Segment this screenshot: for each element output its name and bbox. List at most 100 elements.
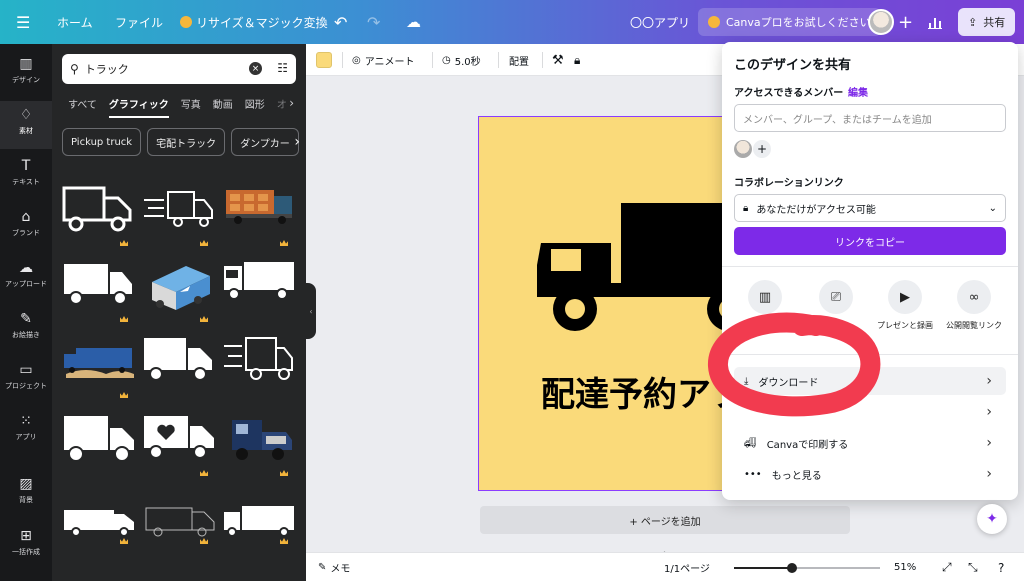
edit-members-link[interactable]: 編集: [848, 84, 868, 99]
lock-icon[interactable]: 🔒︎: [574, 44, 580, 76]
lock-icon: 🔒︎: [743, 202, 749, 214]
grid-view-icon[interactable]: ⤢: [942, 553, 952, 581]
home-button[interactable]: ホーム: [57, 0, 93, 44]
canva-pro-trial-button[interactable]: Canvaプロをお試しください: [698, 8, 881, 36]
trial-label: Canvaプロをお試しください: [726, 16, 871, 29]
rail-item-apps[interactable]: ⁙ アプリ: [0, 413, 52, 442]
resize-magic-button[interactable]: リサイズ＆マジック変換: [180, 0, 328, 44]
rail-item-draw[interactable]: ✎ お絵描き: [0, 311, 52, 340]
bulk-create-icon: ⊞: [20, 528, 32, 544]
access-dropdown[interactable]: 🔒︎ あなただけがアクセス可能 ⌄: [734, 194, 1006, 222]
graphic-truck-large[interactable]: [62, 412, 136, 470]
graphic-white-truck[interactable]: [222, 258, 296, 316]
animate-button[interactable]: ◎ アニメート: [352, 44, 415, 76]
cloud-sync-icon[interactable]: ☁: [406, 0, 421, 44]
graphic-blue-van[interactable]: [142, 258, 216, 322]
chip-pickup-truck[interactable]: Pickup truck: [62, 128, 142, 156]
add-members-input[interactable]: メンバー、グループ、またはチームを追加: [734, 104, 1006, 132]
apps-button[interactable]: 〇〇アプリ: [630, 0, 690, 44]
graphic-semi-truck[interactable]: [222, 412, 296, 476]
graphic-truck-side[interactable]: [222, 498, 296, 544]
graphic-truck-outline[interactable]: [62, 182, 136, 246]
rail-item-brand[interactable]: ⌂ ブランド: [0, 209, 52, 238]
user-avatar[interactable]: [868, 9, 894, 35]
zoom-slider[interactable]: [734, 563, 880, 573]
page-counter[interactable]: 1/1ページ: [664, 553, 710, 581]
help-icon[interactable]: ?: [998, 553, 1004, 581]
add-member-plus-icon[interactable]: +: [753, 140, 771, 158]
filter-icon[interactable]: ☷: [277, 61, 288, 75]
toolbar-divider: [342, 52, 343, 68]
chips-next-icon[interactable]: ›: [294, 134, 300, 150]
graphic-truck-sketch[interactable]: [142, 498, 216, 544]
template-icon: ▥: [748, 280, 782, 314]
graphic-truck-solid[interactable]: [62, 258, 136, 322]
share-option-present-record[interactable]: ▶ プレゼンと録画: [875, 280, 935, 331]
graphic-container-truck[interactable]: [62, 334, 136, 398]
tabs-next-icon[interactable]: ›: [289, 96, 294, 110]
rail-item-background[interactable]: ▨ 背景: [0, 476, 52, 505]
tab-videos[interactable]: 動画: [213, 96, 233, 118]
graphic-long-truck[interactable]: [62, 498, 136, 544]
share-option-template[interactable]: ▥: [735, 280, 795, 320]
share-button[interactable]: ⇪ 共有: [958, 8, 1016, 36]
rail-item-upload[interactable]: ☁ アップロード: [0, 260, 52, 289]
animate-label: アニメート: [364, 56, 415, 68]
undo-icon[interactable]: ↶: [334, 0, 347, 44]
share-title: このデザインを共有: [734, 58, 852, 73]
share-option-presentation[interactable]: ⎚ ーシ: [806, 280, 866, 331]
paint-roller-icon[interactable]: ⚒: [552, 44, 564, 76]
elements-panel: ⚲ トラック × ☷ すべて グラフィック 写真 動画 図形 オ › Picku…: [52, 44, 306, 581]
graphic-heart-truck[interactable]: [142, 412, 216, 476]
search-input[interactable]: トラック: [85, 61, 129, 77]
graphic-fast-truck-outline[interactable]: [222, 334, 296, 392]
tab-photos[interactable]: 写真: [181, 96, 201, 118]
zoom-slider-knob[interactable]: [787, 563, 798, 573]
more-row[interactable]: ••• もっと見る ›: [734, 460, 1006, 488]
graphic-box-truck[interactable]: [142, 334, 216, 392]
print-label: Canvaで印刷する: [766, 439, 849, 451]
tab-overflow[interactable]: オ: [277, 96, 287, 118]
zoom-value[interactable]: 51%: [894, 553, 916, 581]
download-row[interactable]: ⤓ ダウンロード ›: [734, 367, 1006, 395]
tab-all[interactable]: すべて: [68, 96, 97, 118]
duration-button[interactable]: ◷ 5.0秒: [442, 44, 481, 76]
background-color-swatch[interactable]: [316, 52, 332, 68]
menu-icon[interactable]: ☰: [16, 0, 30, 44]
arrange-button[interactable]: 配置: [509, 44, 529, 76]
add-page-button[interactable]: + ページを追加: [480, 506, 850, 534]
category-tabs: すべて グラフィック 写真 動画 図形 オ: [68, 96, 287, 118]
premium-crown-icon: [120, 240, 128, 246]
divider: [722, 354, 1018, 355]
graphic-cargo-truck[interactable]: [222, 182, 296, 246]
fullscreen-icon[interactable]: ⤡: [968, 553, 978, 581]
premium-crown-icon: [200, 538, 208, 544]
collapse-panel-handle[interactable]: ‹: [306, 283, 316, 339]
file-menu-button[interactable]: ファイル: [115, 0, 163, 44]
graphic-truck-speed[interactable]: [142, 182, 216, 246]
print-canva-row[interactable]: 🚚︎ Canvaで印刷する ›: [734, 429, 1006, 457]
rail-item-text[interactable]: T テキスト: [0, 158, 52, 187]
redo-icon[interactable]: ↷: [367, 0, 380, 44]
magic-assistant-icon[interactable]: ✦: [977, 504, 1007, 534]
rail-label: テキスト: [12, 178, 40, 186]
chevron-right-icon: ›: [986, 435, 992, 451]
notes-button[interactable]: ✎ メモ: [318, 553, 350, 581]
chip-delivery-truck[interactable]: 宅配トラック: [147, 128, 226, 156]
share-option-public-link[interactable]: ∞ 公開閲覧リンク: [944, 280, 1004, 331]
rail-label: 一括作成: [12, 548, 40, 556]
insights-chart-icon[interactable]: [928, 0, 942, 44]
share-dropdown: このデザインを共有 アクセスできるメンバー 編集 メンバー、グループ、またはチー…: [722, 42, 1018, 500]
copy-link-button[interactable]: リンクをコピー: [734, 227, 1006, 255]
share-row-hidden[interactable]: ›: [734, 398, 1006, 426]
suggestion-chips: Pickup truck 宅配トラック ダンプカー: [62, 128, 299, 156]
invite-plus-icon[interactable]: +: [898, 0, 913, 44]
rail-item-projects[interactable]: ▭ プロジェクト: [0, 362, 52, 391]
clear-search-icon[interactable]: ×: [249, 62, 262, 75]
rail-item-bulk-create[interactable]: ⊞ 一括作成: [0, 528, 52, 557]
tab-graphics[interactable]: グラフィック: [108, 96, 169, 118]
tab-shapes[interactable]: 図形: [245, 96, 265, 118]
rail-item-design[interactable]: ▥ デザイン: [0, 56, 52, 85]
chip-dump-truck[interactable]: ダンプカー: [231, 128, 299, 156]
rail-item-elements[interactable]: ♢ 素材: [0, 101, 52, 149]
